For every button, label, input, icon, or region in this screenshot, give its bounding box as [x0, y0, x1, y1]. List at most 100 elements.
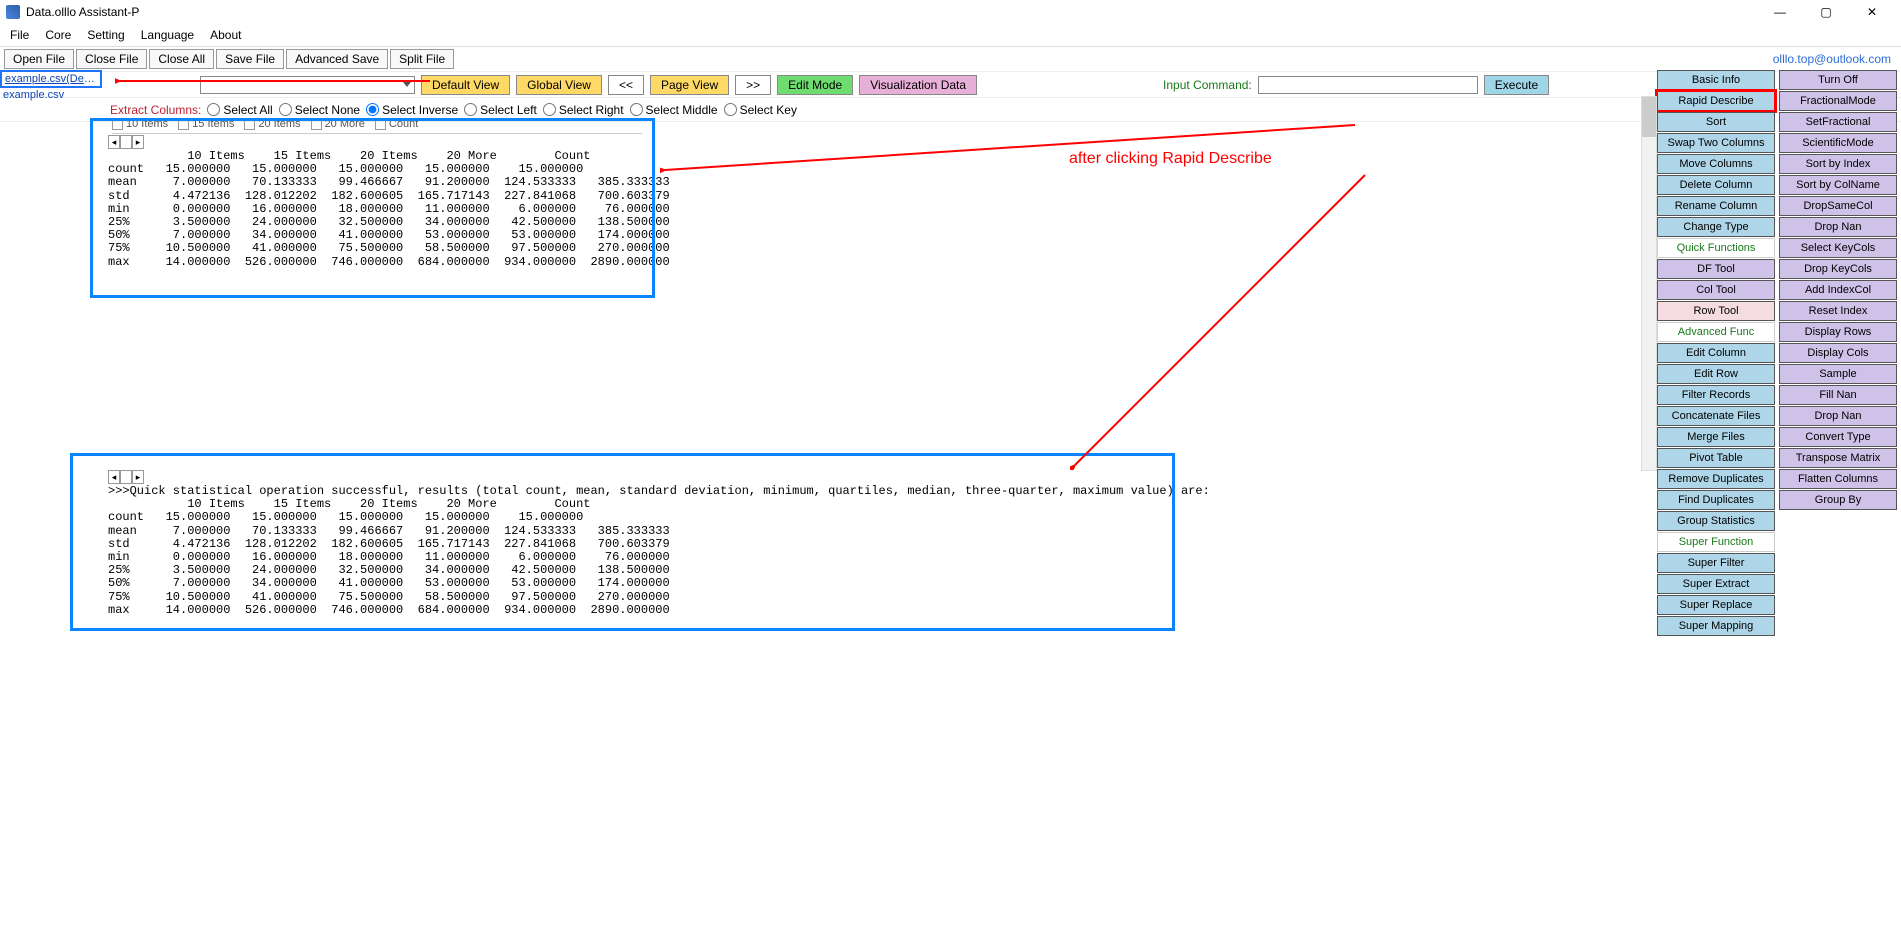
panel-rapid-describe-button[interactable]: Rapid Describe — [1657, 91, 1775, 111]
visualization-button[interactable]: Visualization Data — [859, 75, 977, 95]
panel-concatenate-files-button[interactable]: Concatenate Files — [1657, 406, 1775, 426]
edit-mode-button[interactable]: Edit Mode — [777, 75, 853, 95]
panel-group-statistics-button[interactable]: Group Statistics — [1657, 511, 1775, 531]
panel-swap-two-columns-button[interactable]: Swap Two Columns — [1657, 133, 1775, 153]
menu-language[interactable]: Language — [141, 28, 194, 42]
check-10-items[interactable]: 10 Items — [112, 118, 168, 130]
panel-quick-functions-button: Quick Functions — [1657, 238, 1775, 258]
menu-bar: File Core Setting Language About — [0, 24, 1901, 46]
page-next-button[interactable]: >> — [735, 75, 771, 95]
execute-button[interactable]: Execute — [1484, 75, 1549, 95]
panel-setfractional-button[interactable]: SetFractional — [1779, 112, 1897, 132]
radio-select-key[interactable]: Select Key — [724, 103, 797, 117]
window-title: Data.olllo Assistant-P — [26, 5, 1757, 19]
panel-move-columns-button[interactable]: Move Columns — [1657, 154, 1775, 174]
panel-scientificmode-button[interactable]: ScientificMode — [1779, 133, 1897, 153]
menu-file[interactable]: File — [10, 28, 29, 42]
close-all-button[interactable]: Close All — [149, 49, 214, 69]
advanced-save-button[interactable]: Advanced Save — [286, 49, 388, 69]
panel-basic-info-button[interactable]: Basic Info — [1657, 70, 1775, 90]
describe-output-top: 10 Items 15 Items 20 Items 20 More Count… — [108, 150, 670, 269]
panel-super-mapping-button[interactable]: Super Mapping — [1657, 616, 1775, 636]
global-view-button[interactable]: Global View — [516, 75, 602, 95]
menu-setting[interactable]: Setting — [87, 28, 124, 42]
input-command-field[interactable] — [1258, 76, 1478, 94]
close-file-button[interactable]: Close File — [76, 49, 147, 69]
panel-pivot-table-button[interactable]: Pivot Table — [1657, 448, 1775, 468]
radio-select-all[interactable]: Select All — [207, 103, 272, 117]
panel-rename-column-button[interactable]: Rename Column — [1657, 196, 1775, 216]
radio-select-inverse-label: Select Inverse — [382, 103, 458, 117]
panel-change-type-button[interactable]: Change Type — [1657, 217, 1775, 237]
panel-dropsamecol-button[interactable]: DropSameCol — [1779, 196, 1897, 216]
panel-drop-nan-button[interactable]: Drop Nan — [1779, 406, 1897, 426]
panel-group-by-button[interactable]: Group By — [1779, 490, 1897, 510]
panel-delete-column-button[interactable]: Delete Column — [1657, 175, 1775, 195]
sheet-tab-scroller-top[interactable]: ◂ ▸ — [108, 135, 144, 149]
input-command-label: Input Command: — [1163, 78, 1252, 92]
radio-select-inverse[interactable]: Select Inverse — [366, 103, 458, 117]
menu-core[interactable]: Core — [45, 28, 71, 42]
panel-sort-by-colname-button[interactable]: Sort by ColName — [1779, 175, 1897, 195]
panel-flatten-columns-button[interactable]: Flatten Columns — [1779, 469, 1897, 489]
panel-super-filter-button[interactable]: Super Filter — [1657, 553, 1775, 573]
panel-col-tool-button[interactable]: Col Tool — [1657, 280, 1775, 300]
extract-columns-label: Extract Columns: — [110, 103, 201, 117]
describe-output-bottom: >>>Quick statistical operation successfu… — [108, 485, 1210, 617]
check-20-items[interactable]: 20 Items — [244, 118, 300, 130]
check-count-label: Count — [389, 118, 418, 130]
vendor-email[interactable]: olllo.top@outlook.com — [1773, 52, 1897, 66]
panel-filter-records-button[interactable]: Filter Records — [1657, 385, 1775, 405]
panel-transpose-matrix-button[interactable]: Transpose Matrix — [1779, 448, 1897, 468]
radio-select-none[interactable]: Select None — [279, 103, 360, 117]
file-tab[interactable]: example.csv — [0, 88, 102, 102]
radio-select-left[interactable]: Select Left — [464, 103, 537, 117]
minimize-button[interactable]: — — [1757, 0, 1803, 24]
check-15-items[interactable]: 15 Items — [178, 118, 234, 130]
panel-fill-nan-button[interactable]: Fill Nan — [1779, 385, 1897, 405]
menu-about[interactable]: About — [210, 28, 241, 42]
panel-sample-button[interactable]: Sample — [1779, 364, 1897, 384]
close-button[interactable]: ✕ — [1849, 0, 1895, 24]
panel-reset-index-button[interactable]: Reset Index — [1779, 301, 1897, 321]
file-tab-active[interactable]: example.csv(Describe) — [0, 70, 102, 88]
open-file-button[interactable]: Open File — [4, 49, 74, 69]
panel-add-indexcol-button[interactable]: Add IndexCol — [1779, 280, 1897, 300]
panel-find-duplicates-button[interactable]: Find Duplicates — [1657, 490, 1775, 510]
panel-super-replace-button[interactable]: Super Replace — [1657, 595, 1775, 615]
panel-remove-duplicates-button[interactable]: Remove Duplicates — [1657, 469, 1775, 489]
sheet-tab-scroller-bottom[interactable]: ◂ ▸ — [108, 470, 144, 484]
maximize-button[interactable]: ▢ — [1803, 0, 1849, 24]
radio-select-right-label: Select Right — [559, 103, 624, 117]
panel-row-tool-button[interactable]: Row Tool — [1657, 301, 1775, 321]
radio-select-middle[interactable]: Select Middle — [630, 103, 718, 117]
check-10-items-label: 10 Items — [126, 118, 168, 130]
check-count[interactable]: Count — [375, 118, 418, 130]
panel-turn-off-button[interactable]: Turn Off — [1779, 70, 1897, 90]
panel-edit-row-button[interactable]: Edit Row — [1657, 364, 1775, 384]
radio-select-key-label: Select Key — [740, 103, 797, 117]
panel-edit-column-button[interactable]: Edit Column — [1657, 343, 1775, 363]
check-15-items-label: 15 Items — [192, 118, 234, 130]
panel-sort-button[interactable]: Sort — [1657, 112, 1775, 132]
page-view-button[interactable]: Page View — [650, 75, 729, 95]
panel-drop-nan-button[interactable]: Drop Nan — [1779, 217, 1897, 237]
panel-drop-keycols-button[interactable]: Drop KeyCols — [1779, 259, 1897, 279]
panel-convert-type-button[interactable]: Convert Type — [1779, 427, 1897, 447]
split-file-button[interactable]: Split File — [390, 49, 454, 69]
panel-select-keycols-button[interactable]: Select KeyCols — [1779, 238, 1897, 258]
page-prev-button[interactable]: << — [608, 75, 644, 95]
vertical-scrollbar[interactable] — [1641, 96, 1657, 471]
radio-select-middle-label: Select Middle — [646, 103, 718, 117]
file-tab-list: example.csv(Describe) example.csv — [0, 70, 102, 102]
panel-fractionalmode-button[interactable]: FractionalMode — [1779, 91, 1897, 111]
panel-merge-files-button[interactable]: Merge Files — [1657, 427, 1775, 447]
panel-sort-by-index-button[interactable]: Sort by Index — [1779, 154, 1897, 174]
check-20-more[interactable]: 20 More — [311, 118, 365, 130]
panel-display-cols-button[interactable]: Display Cols — [1779, 343, 1897, 363]
panel-super-extract-button[interactable]: Super Extract — [1657, 574, 1775, 594]
panel-display-rows-button[interactable]: Display Rows — [1779, 322, 1897, 342]
panel-df-tool-button[interactable]: DF Tool — [1657, 259, 1775, 279]
save-file-button[interactable]: Save File — [216, 49, 284, 69]
radio-select-right[interactable]: Select Right — [543, 103, 624, 117]
